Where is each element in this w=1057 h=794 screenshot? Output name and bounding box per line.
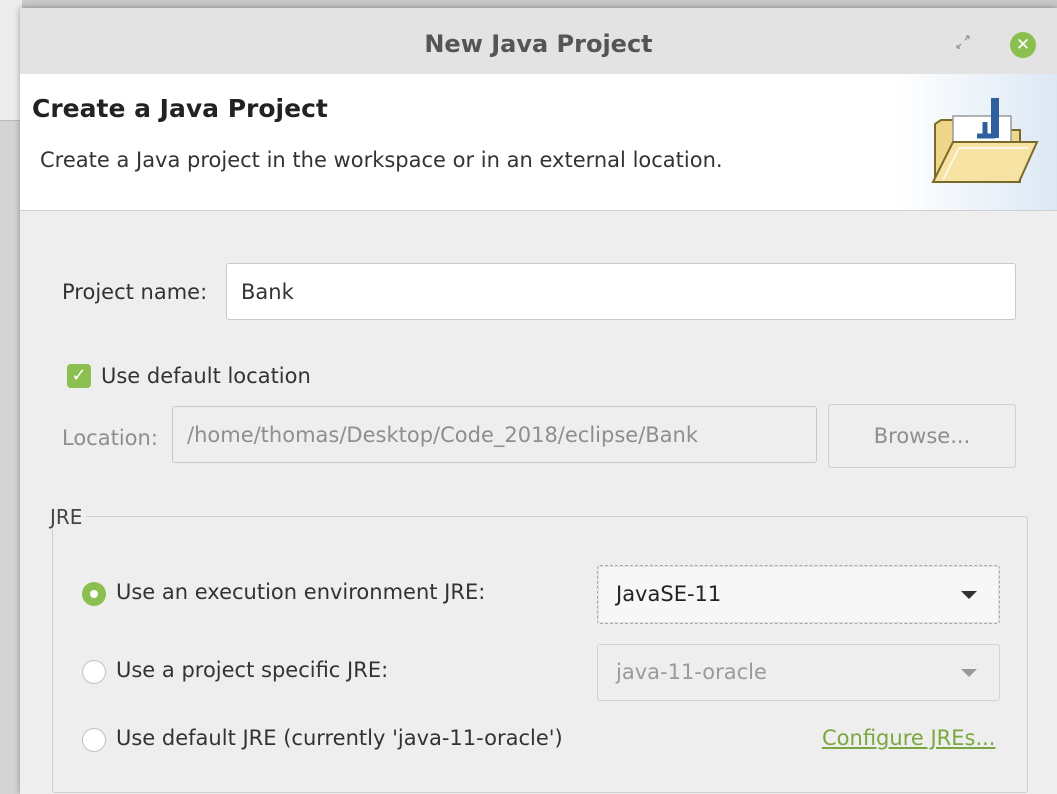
project-specific-radio[interactable] [82,660,106,684]
location-input[interactable] [172,406,817,463]
project-name-label: Project name: [62,280,208,304]
new-java-project-dialog: New Java Project ✕ Create a Java Project… [20,8,1057,794]
use-default-location-checkbox[interactable]: ✓ [67,364,91,388]
project-specific-label[interactable]: Use a project specific JRE: [116,658,388,682]
execution-environment-label[interactable]: Use an execution environment JRE: [116,580,485,604]
folder-icon [931,98,1039,183]
execution-environment-value: JavaSE-11 [616,582,722,606]
location-label: Location: [62,426,158,450]
browse-button[interactable]: Browse... [828,404,1016,468]
execution-environment-radio[interactable] [82,582,106,606]
configure-jres-link[interactable]: Configure JREs... [822,726,995,750]
execution-environment-select[interactable]: JavaSE-11 [597,565,1000,624]
project-specific-select[interactable]: java-11-oracle [597,644,1000,701]
background-window-edge [0,0,22,794]
window-title: New Java Project [424,30,653,58]
chevron-down-icon [961,668,977,677]
default-jre-label[interactable]: Use default JRE (currently 'java-11-orac… [116,726,563,750]
banner-description: Create a Java project in the workspace o… [40,148,723,172]
jre-group-label: JRE [46,505,87,529]
restore-icon[interactable] [955,34,971,50]
project-specific-value: java-11-oracle [616,660,767,684]
title-bar[interactable]: New Java Project ✕ [20,8,1057,75]
chevron-down-icon [961,590,977,599]
close-icon[interactable]: ✕ [1010,32,1036,58]
use-default-location-label[interactable]: Use default location [101,364,311,388]
wizard-banner: Create a Java Project Create a Java proj… [20,74,1057,211]
banner-title: Create a Java Project [32,94,328,123]
project-name-input[interactable] [226,263,1016,320]
background-window-panel [0,0,22,121]
default-jre-radio[interactable] [82,728,106,752]
